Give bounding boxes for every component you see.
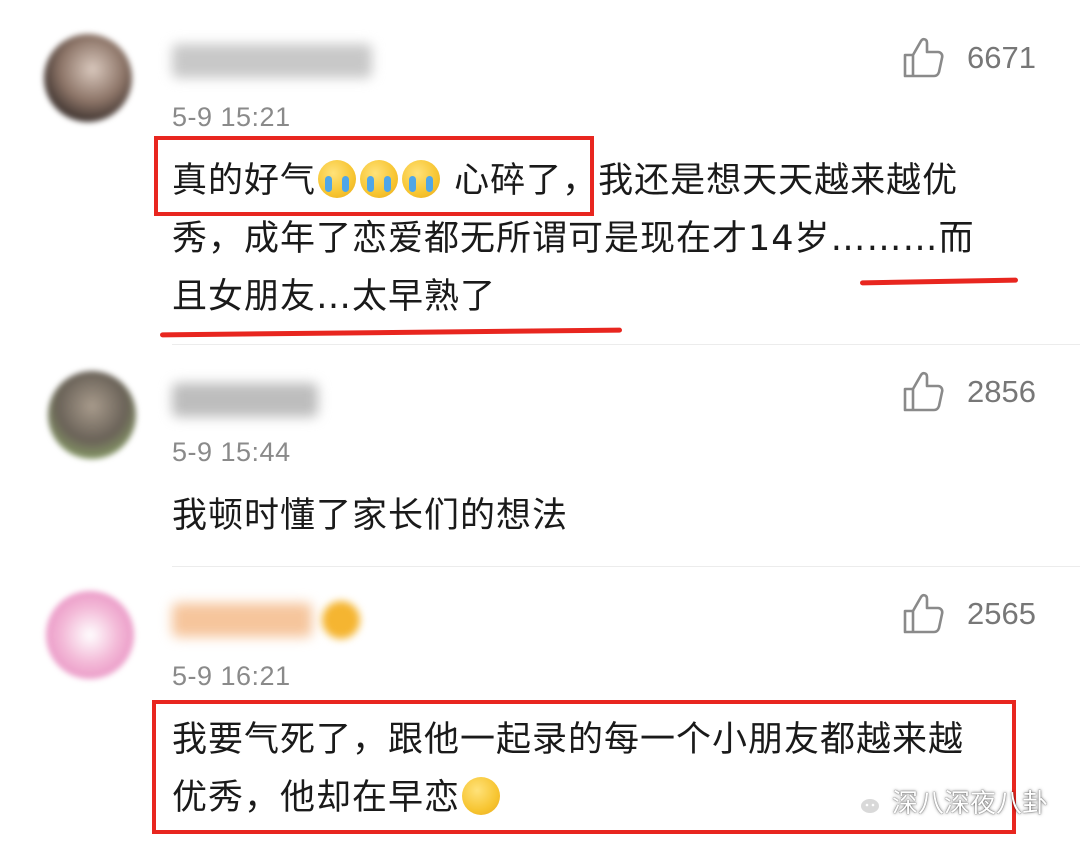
highlight-box: [154, 136, 594, 216]
comment-line: 我顿时懂了家长们的想法: [172, 496, 569, 536]
like-count: 2565: [967, 596, 1036, 631]
username-blurred[interactable]: [172, 44, 372, 78]
user-badge-icon: [322, 601, 360, 639]
wechat-icon: [846, 787, 881, 815]
avatar[interactable]: [44, 34, 132, 122]
username-blurred[interactable]: [172, 603, 312, 637]
thumbs-up-icon: [903, 593, 944, 634]
like-button[interactable]: 2565: [901, 592, 1036, 636]
comment-time: 5-9 16:21: [172, 661, 291, 691]
comment-2: 2856 5-9 15:44 我顿时懂了家长们的想法: [0, 345, 1080, 563]
highlight-underline: [159, 327, 623, 338]
comment-1: 6671 5-9 15:21 真的好气 心碎了，我还是想天天越来越优 秀，成年了…: [0, 0, 1080, 340]
comment-line: 且女朋友…太早熟了: [172, 277, 497, 317]
avatar[interactable]: [48, 371, 136, 459]
like-button[interactable]: 6671: [901, 36, 1036, 80]
like-count: 2856: [967, 374, 1036, 409]
comment-time: 5-9 15:21: [172, 102, 291, 132]
username-blurred[interactable]: [172, 383, 318, 417]
like-button[interactable]: 2856: [901, 370, 1036, 414]
thumbs-up-icon: [903, 37, 944, 78]
thumbs-up-icon: [903, 371, 944, 412]
watermark-text: 深八深夜八卦: [891, 789, 1048, 819]
avatar[interactable]: [46, 591, 134, 679]
comment-text: 我顿时懂了家长们的想法: [172, 487, 1032, 545]
like-count: 6671: [967, 40, 1036, 75]
comment-time: 5-9 15:44: [172, 437, 291, 467]
comment-line: 秀，成年了恋爱都无所谓可是现在才14岁………而: [172, 219, 975, 259]
watermark: 深八深夜八卦: [846, 783, 1048, 820]
